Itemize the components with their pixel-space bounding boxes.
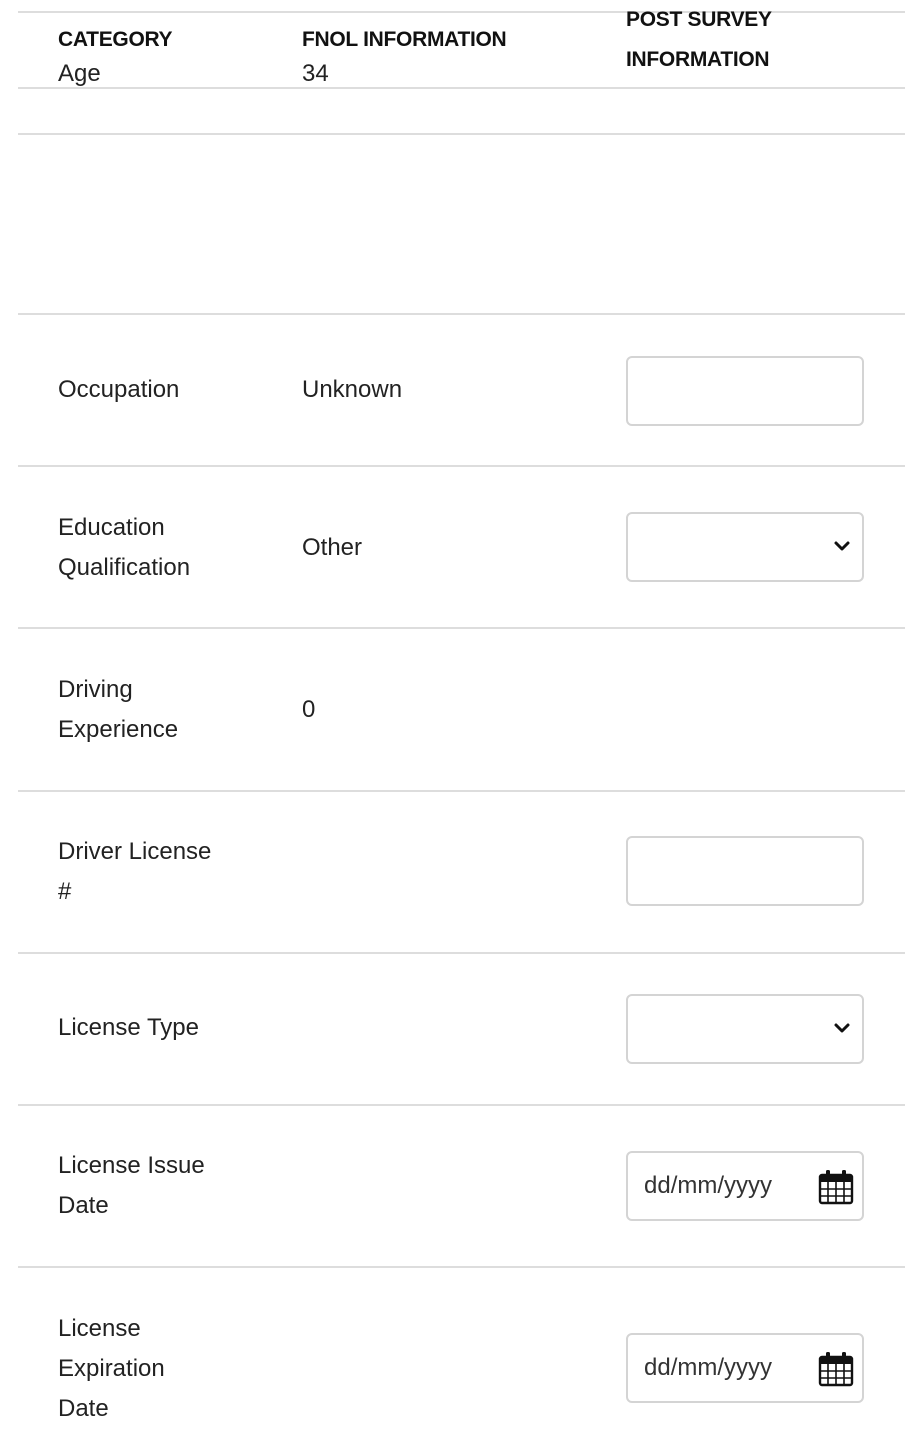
row-divider — [18, 1104, 905, 1106]
row-divider — [18, 313, 905, 315]
row-education-category: Education Qualification — [58, 514, 191, 581]
date-placeholder: dd/mm/yyyy — [644, 1172, 773, 1199]
row-education-fnol: Other — [302, 534, 363, 561]
row-license-type-category: License Type — [58, 1014, 199, 1041]
row-occupation-fnol: Unknown — [302, 376, 403, 403]
row-license-issue-date-category: License Issue Date — [58, 1152, 205, 1219]
date-placeholder: dd/mm/yyyy — [644, 1354, 773, 1381]
row-occupation-category: Occupation — [58, 376, 180, 403]
row-divider — [18, 133, 905, 135]
row-driving-experience-fnol: 0 — [302, 696, 316, 723]
license-issue-date-input[interactable]: dd/mm/yyyy — [626, 1151, 864, 1221]
row-driving-experience-category: Driving Experience — [58, 676, 179, 743]
row-divider — [18, 1266, 905, 1268]
row-license-expiration-date-category: License Expiration Date — [58, 1315, 165, 1422]
row-divider — [18, 627, 905, 629]
header-divider — [18, 87, 905, 89]
education-qualification-select[interactable] — [626, 512, 864, 582]
row-divider — [18, 465, 905, 467]
occupation-input[interactable] — [626, 356, 864, 426]
row-driver-license-category: Driver License # — [58, 838, 212, 905]
post-survey-comparison-table: CATEGORY FNOL INFORMATION POST SURVEY IN… — [0, 0, 908, 1422]
row-divider — [18, 790, 905, 792]
calendar-icon[interactable] — [818, 1351, 854, 1387]
row-divider — [18, 952, 905, 954]
chevron-down-icon — [834, 541, 850, 551]
chevron-down-icon — [834, 1023, 850, 1033]
header-post-survey-information: POST SURVEY INFORMATION — [626, 8, 772, 71]
license-type-select[interactable] — [626, 994, 864, 1064]
calendar-icon[interactable] — [818, 1169, 854, 1205]
header-fnol-information: FNOL INFORMATION — [302, 28, 507, 51]
license-expiration-date-input[interactable]: dd/mm/yyyy — [626, 1333, 864, 1403]
driver-license-input[interactable] — [626, 836, 864, 906]
